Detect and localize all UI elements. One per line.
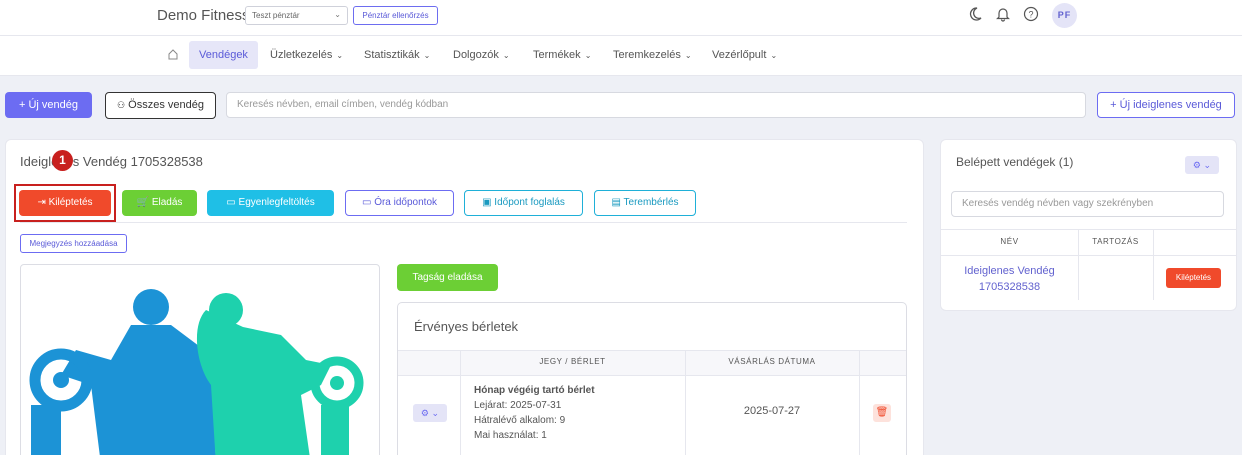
step-badge: 1 <box>52 150 73 171</box>
all-guests-button[interactable]: ⚇ Összes vendég <box>105 92 216 119</box>
moon-icon[interactable] <box>966 6 984 24</box>
register-select[interactable]: Teszt pénztár ⌄ <box>245 6 348 25</box>
col-divider <box>1153 229 1154 300</box>
fitness-couple-illustration <box>29 289 364 455</box>
pass-purchase-date: 2025-07-27 <box>743 405 801 417</box>
sell-membership-button[interactable]: Tagság eladása <box>397 264 498 291</box>
register-select-value: Teszt pénztár <box>252 11 300 20</box>
room-rental-button[interactable]: ▤ Terembérlés <box>594 190 696 216</box>
calendar-icon: ▭ <box>361 197 372 208</box>
guest-photo-placeholder <box>20 264 380 455</box>
pass-name: Hónap végéig tartó bérlet <box>474 385 595 396</box>
nav-item-statistics[interactable]: Statisztikák ⌄ <box>354 41 440 69</box>
svg-text:?: ? <box>1028 10 1033 20</box>
valid-passes-title: Érvényes bérletek <box>414 319 519 334</box>
checked-in-guest-link[interactable]: Ideiglenes Vendég 1705328538 <box>941 263 1078 295</box>
logout-icon: ⇥ <box>37 197 46 208</box>
nav-item-business[interactable]: Üzletkezelés ⌄ <box>260 41 353 69</box>
avatar[interactable]: PF <box>1052 3 1077 28</box>
row-settings-button[interactable]: ⚙ ⌄ <box>413 404 447 422</box>
table-row: Hónap végéig tartó bérlet Lejárat: 2025-… <box>474 383 679 443</box>
checked-in-settings-button[interactable]: ⚙ ⌄ <box>1185 156 1219 174</box>
main-nav: Vendégek Üzletkezelés ⌄ Statisztikák ⌄ Dol… <box>0 36 1242 76</box>
col-divider <box>859 350 860 455</box>
chevron-down-icon: ⌄ <box>684 51 692 60</box>
chevron-down-icon: ⌄ <box>336 51 344 60</box>
help-icon[interactable]: ? <box>1022 6 1040 24</box>
pass-today-usage: Mai használat: 1 <box>474 430 547 441</box>
chevron-down-icon: ⌄ <box>423 51 431 60</box>
top-header: Demo Fitness Teszt pénztár ⌄ Pénztár ell… <box>0 0 1242 36</box>
chevron-down-icon: ⌄ <box>584 51 592 60</box>
balance-topup-button[interactable]: ▭ Egyenlegfeltöltés <box>207 190 334 216</box>
col-header-pass: JEGY / BÉRLET <box>539 357 606 366</box>
nav-item-products[interactable]: Termékek ⌄ <box>523 41 601 69</box>
users-icon: ⚇ <box>117 100 126 110</box>
home-icon[interactable] <box>164 47 182 65</box>
nav-item-rooms[interactable]: Teremkezelés ⌄ <box>603 41 702 69</box>
nav-item-employees[interactable]: Dolgozók ⌄ <box>443 41 520 69</box>
divider <box>20 222 907 223</box>
calendar-plus-icon: ▣ <box>482 197 492 208</box>
brand-name[interactable]: Demo Fitness <box>157 7 250 24</box>
pass-remaining: Hátralévő alkalom: 9 <box>474 415 566 426</box>
col-header-debt: TARTOZÁS <box>1092 237 1139 246</box>
col-header-name: NÉV <box>1000 237 1019 246</box>
checked-in-checkout-button[interactable]: Kiléptetés <box>1166 268 1221 288</box>
checked-in-title: Belépett vendégek (1) <box>956 155 1074 169</box>
clipboard-icon: ▤ <box>611 197 621 208</box>
plus-icon: + <box>18 99 26 111</box>
chevron-down-icon: ⌄ <box>334 10 341 19</box>
cart-icon: 🛒 <box>136 197 150 208</box>
booking-button[interactable]: ▣ Időpont foglalás <box>464 190 583 216</box>
chevron-down-icon: ⌄ <box>770 51 778 60</box>
gear-icon: ⚙ <box>1192 160 1201 170</box>
pass-expiry: Lejárat: 2025-07-31 <box>474 400 562 411</box>
col-divider <box>1078 229 1079 300</box>
trash-icon: 🗑 <box>875 407 889 418</box>
nav-item-guests[interactable]: Vendégek <box>189 41 258 69</box>
checkout-button[interactable]: ⇥ Kiléptetés <box>19 190 111 216</box>
col-divider <box>685 350 686 455</box>
delete-pass-button[interactable]: 🗑 <box>873 404 891 422</box>
nav-item-dashboard[interactable]: Vezérlőpult ⌄ <box>702 41 787 69</box>
col-header-purchase-date: VÁSÁRLÁS DÁTUMA <box>728 357 816 366</box>
guest-title: Ideiglenes Vendég 1705328538 <box>20 154 203 169</box>
chevron-down-icon: ⌄ <box>1203 160 1212 170</box>
add-note-button[interactable]: Megjegyzés hozzáadása <box>20 234 127 253</box>
new-guest-button[interactable]: + Új vendég <box>5 92 92 118</box>
chevron-down-icon: ⌄ <box>431 408 440 418</box>
new-temp-guest-button[interactable]: + Új ideiglenes vendég <box>1097 92 1235 118</box>
checked-in-search-input[interactable]: Keresés vendég névben vagy szekrényben <box>951 191 1224 217</box>
col-divider <box>460 350 461 455</box>
sale-button[interactable]: 🛒 Eladás <box>122 190 197 216</box>
card-icon: ▭ <box>226 197 236 208</box>
guest-search-input[interactable]: Keresés névben, email címben, vendég kód… <box>226 92 1086 118</box>
class-times-button[interactable]: ▭ Óra időpontok <box>345 190 454 216</box>
valid-passes-card: Érvényes bérletek JEGY / BÉRLET VÁSÁRLÁS… <box>397 302 907 455</box>
bell-icon[interactable] <box>994 6 1012 24</box>
gear-icon: ⚙ <box>420 408 429 418</box>
plus-icon: + <box>1110 99 1117 111</box>
register-check-button[interactable]: Pénztár ellenőrzés <box>353 6 438 25</box>
chevron-down-icon: ⌄ <box>502 51 510 60</box>
